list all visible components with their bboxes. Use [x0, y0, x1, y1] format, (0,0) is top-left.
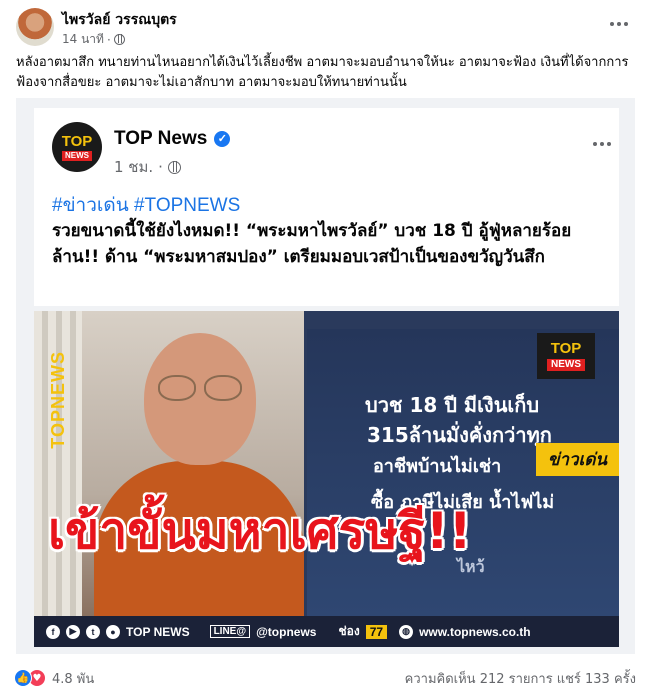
vertical-brand-text: TOPNEWS	[48, 351, 68, 449]
verified-badge-icon: ✓	[214, 131, 231, 147]
topnews-logo: TOP NEWS	[52, 122, 102, 172]
hot-news-badge: ข่าวเด่น	[535, 443, 619, 476]
like-icon: 👍	[14, 669, 32, 687]
glasses-shape	[154, 375, 246, 403]
footer-channel-label: ช่อง	[338, 624, 360, 638]
topnews-logo-box: TOP NEWS	[537, 333, 595, 379]
footer-handle: @topnews	[256, 624, 317, 639]
comments-count[interactable]: ความคิดเห็น 212 รายการ	[405, 668, 553, 689]
post-header: ไพรวัลย์ วรรณบุตร 14 นาที ·	[14, 8, 635, 50]
embedded-more-icon	[593, 142, 611, 146]
panel-line-2: 315ล้านมั่งคั่งกว่าทุก	[367, 423, 552, 447]
panel-line-3: อาชีพบ้านไม่เช่า	[373, 456, 502, 477]
reactions-bar: 👍 ♥ 4.8 พัน ความคิดเห็น 212 รายการ แชร์ …	[14, 666, 636, 690]
reaction-count[interactable]: 4.8 พัน	[52, 668, 94, 689]
footer-brand: TOP NEWS	[126, 624, 190, 639]
graphic-headline: เข้าขั้นมหาเศรษฐี!!	[48, 502, 472, 560]
embedded-hashtags: #ข่าวเด่น #TOPNEWS	[52, 195, 241, 216]
logo-news-text: NEWS	[62, 150, 92, 161]
news-text-panel: TOP NEWS บวช 18 ปี มีเงินเก็บ 315ล้านมั่…	[307, 329, 619, 616]
footer-website: www.topnews.co.th	[419, 624, 531, 639]
graphic-footer-bar: f ▶ t ● TOP NEWS LINE@ @topnews ช่อง 77 …	[34, 616, 619, 647]
web-globe-icon: ◍	[399, 624, 414, 639]
embedded-post-text: รวยขนาดนี้ใช้ยังไงหมด!! “พระมหาไพรวัลย์”…	[52, 221, 572, 267]
post-time[interactable]: 14 นาที	[62, 30, 104, 49]
logo-top-text: TOP	[61, 132, 93, 150]
meta-separator: ·	[106, 32, 111, 47]
shares-count[interactable]: แชร์ 133 ครั้ง	[557, 668, 636, 689]
logo-box-news: NEWS	[547, 359, 585, 371]
embedded-post-meta: 1 ชม. ·	[114, 155, 181, 179]
globe-icon	[167, 160, 181, 174]
dot-icon	[610, 22, 614, 26]
globe-icon[interactable]	[113, 34, 125, 45]
shared-image[interactable]: TOP NEWS TOP News ✓ 1 ชม. · #ข่าวเด่น #T…	[16, 98, 635, 654]
dot-icon	[617, 22, 621, 26]
footer-channel-number: 77	[365, 624, 388, 639]
more-options-button[interactable]	[605, 14, 633, 34]
footer-line-label: LINE@	[209, 625, 251, 638]
post-caption: หลังอาตมาสึก ทนายท่านไหนอยากได้เงินไว้เล…	[16, 55, 629, 90]
youtube-icon: ▶	[66, 624, 80, 639]
news-graphic: TOPNEWS TOP NEWS บวช 18 ปี มีเงินเก็บ 31…	[34, 311, 619, 647]
twitter-icon: t	[86, 624, 100, 639]
facebook-icon: f	[46, 624, 60, 639]
panel-line-1: บวช 18 ปี มีเงินเก็บ	[365, 393, 540, 417]
page-name-text: TOP News	[114, 128, 208, 149]
dot-icon	[624, 22, 628, 26]
logo-box-top: TOP	[550, 340, 582, 357]
embedded-page-name: TOP News ✓	[114, 128, 231, 150]
post-meta: 14 นาที ·	[62, 30, 125, 49]
embedded-separator: ·	[158, 158, 163, 176]
monk-photo: TOPNEWS	[34, 311, 304, 621]
video-icon: ●	[106, 624, 120, 639]
embedded-time: 1 ชม.	[114, 158, 154, 176]
engagement-counts: ความคิดเห็น 212 รายการ แชร์ 133 ครั้ง	[405, 668, 636, 689]
author-name[interactable]: ไพรวัลย์ วรรณบุตร	[62, 9, 177, 31]
embedded-post-card: TOP NEWS TOP News ✓ 1 ชม. · #ข่าวเด่น #T…	[34, 108, 619, 306]
reaction-icons[interactable]: 👍 ♥	[14, 669, 46, 687]
author-avatar[interactable]	[16, 8, 54, 46]
